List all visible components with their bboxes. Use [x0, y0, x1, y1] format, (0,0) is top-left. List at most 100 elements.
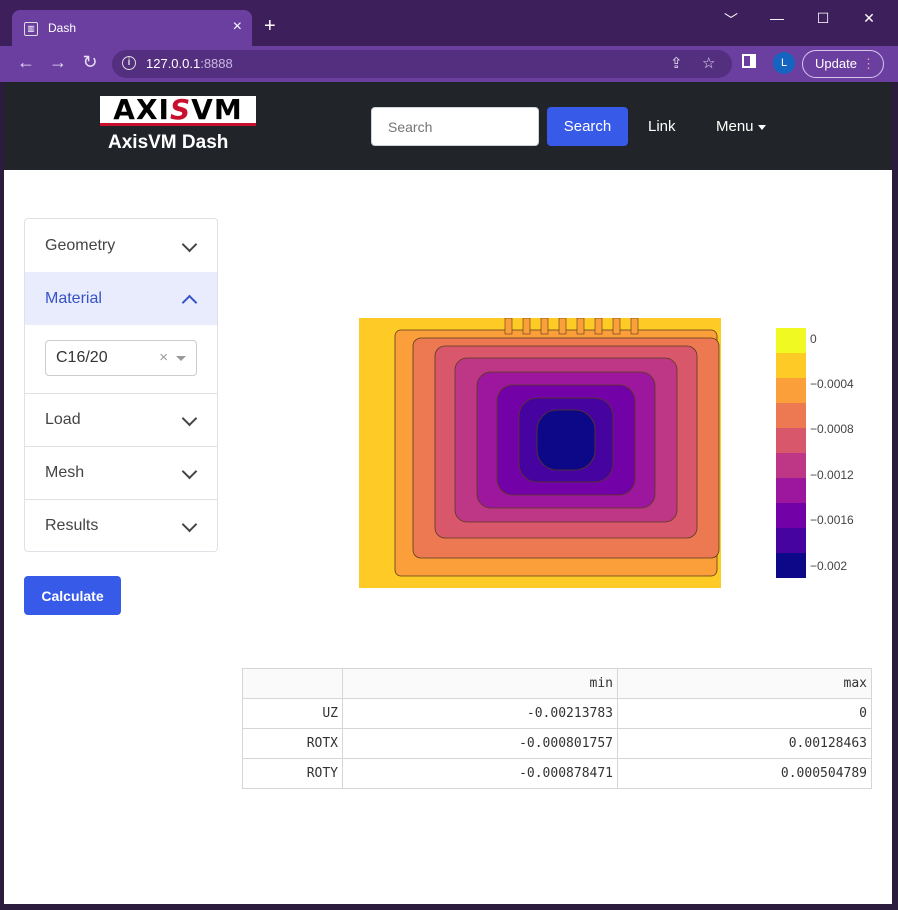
material-select[interactable]: C16/20 ×	[45, 340, 197, 376]
colorbar	[776, 328, 806, 578]
table-header: max	[617, 668, 872, 699]
accordion-header-geometry[interactable]: Geometry	[25, 219, 217, 272]
share-icon[interactable]: ⇪	[670, 54, 683, 72]
bookmark-star-icon[interactable]: ☆	[702, 54, 715, 72]
row-min: -0.00213783	[342, 698, 618, 729]
accordion-label: Geometry	[45, 237, 116, 254]
search-input[interactable]	[371, 107, 539, 146]
colorbar-tick-label: −0.0008	[810, 422, 854, 436]
forward-arrow-icon[interactable]: →	[46, 52, 70, 73]
colorbar-tick-label: −0.0004	[810, 377, 854, 391]
url-text: 127.0.0.1:8888	[146, 56, 233, 71]
tab-search-icon[interactable]: ﹀	[716, 10, 746, 30]
row-name: ROTY	[242, 758, 343, 789]
colorbar-band	[776, 453, 806, 479]
material-select-value: C16/20	[56, 349, 108, 366]
address-bar[interactable]: i 127.0.0.1:8888 ⇪ ☆	[112, 50, 732, 78]
update-button[interactable]: Update ⋮	[802, 50, 884, 78]
table-row: ROTX -0.000801757 0.00128463	[242, 728, 872, 759]
top-navbar: AXISVM AxisVM Dash Search Link Menu	[4, 82, 892, 170]
reload-icon[interactable]: ↻	[78, 52, 102, 73]
dash-favicon-icon: ▥	[24, 22, 38, 36]
chevron-up-icon	[181, 294, 198, 311]
nav-link[interactable]: Link	[648, 118, 676, 135]
table-row: UZ -0.00213783 0	[242, 698, 872, 729]
colorbar-tick-label: −0.002	[810, 559, 848, 573]
colorbar-band	[776, 403, 806, 429]
tab-title: Dash	[48, 21, 77, 35]
accordion-item-geometry[interactable]: Geometry	[25, 219, 217, 273]
calculate-button[interactable]: Calculate	[24, 576, 121, 615]
chevron-down-icon	[181, 516, 198, 533]
colorbar-band	[776, 378, 806, 404]
material-panel: C16/20 ×	[25, 325, 217, 393]
browser-window: ▥ Dash × + ﹀ — ☐ ✕ ← → ↻ i 127.0.0.1:888…	[0, 0, 898, 910]
clear-icon[interactable]: ×	[159, 341, 168, 375]
contour-notch	[504, 318, 513, 335]
accordion-label: Load	[45, 411, 81, 428]
table-header	[242, 668, 343, 699]
brand-title: AxisVM Dash	[108, 132, 229, 153]
profile-avatar[interactable]: L	[773, 52, 795, 74]
maximize-button[interactable]: ☐	[808, 10, 838, 27]
dash-app: AXISVM AxisVM Dash Search Link Menu Geom…	[4, 82, 892, 904]
colorbar-band	[776, 553, 806, 578]
accordion-label: Mesh	[45, 464, 85, 481]
search-button[interactable]: Search	[547, 107, 628, 146]
colorbar-band	[776, 353, 806, 379]
update-label: Update	[815, 56, 857, 71]
contour-notch	[540, 318, 549, 335]
back-arrow-icon[interactable]: ←	[14, 52, 38, 73]
row-min: -0.000801757	[342, 728, 618, 759]
caret-down-icon	[757, 124, 766, 130]
nav-menu-dropdown[interactable]: Menu	[716, 118, 766, 135]
info-icon[interactable]: i	[122, 56, 136, 70]
new-tab-button[interactable]: +	[264, 16, 276, 36]
accordion-header-material[interactable]: Material	[25, 272, 217, 325]
minimize-button[interactable]: —	[762, 10, 792, 26]
accordion-item-load[interactable]: Load	[25, 393, 217, 447]
accordion-item-results[interactable]: Results	[25, 499, 217, 551]
tab-close-icon[interactable]: ×	[233, 18, 242, 36]
chevron-down-icon	[181, 410, 198, 427]
contour-level-8	[536, 409, 596, 471]
chevron-down-icon	[181, 236, 198, 253]
row-name: UZ	[242, 698, 343, 729]
accordion-header-mesh[interactable]: Mesh	[25, 446, 217, 499]
row-name: ROTX	[242, 728, 343, 759]
table-row: ROTY -0.000878471 0.000504789	[242, 758, 872, 789]
accordion-item-material[interactable]: Material C16/20 ×	[25, 272, 217, 394]
accordion-label: Material	[45, 290, 102, 307]
results-table: min max UZ -0.00213783 0 ROTX -0.0008017…	[242, 668, 872, 789]
axisvm-logo: AXISVM	[100, 96, 256, 126]
colorbar-tick-label: −0.0016	[810, 513, 854, 527]
chevron-down-icon	[181, 463, 198, 480]
contour-notch	[558, 318, 567, 335]
contour-notch	[630, 318, 639, 335]
table-header-row: min max	[242, 668, 872, 699]
row-max: 0.000504789	[617, 758, 872, 789]
colorbar-band	[776, 478, 806, 504]
browser-tab[interactable]: ▥ Dash ×	[12, 10, 252, 48]
settings-accordion: Geometry Material C16/20 × Load Mesh Res…	[24, 218, 218, 552]
row-max: 0	[617, 698, 872, 729]
tab-strip: ▥ Dash × + ﹀ — ☐ ✕	[0, 0, 898, 48]
accordion-header-load[interactable]: Load	[25, 393, 217, 446]
close-window-button[interactable]: ✕	[854, 10, 884, 27]
row-min: -0.000878471	[342, 758, 618, 789]
browser-menu-icon[interactable]: ⋮	[862, 51, 875, 77]
colorbar-tick-label: −0.0012	[810, 468, 854, 482]
side-panel-icon[interactable]	[742, 54, 756, 68]
uz-contour-plot[interactable]	[359, 318, 721, 588]
accordion-header-results[interactable]: Results	[25, 499, 217, 551]
row-max: 0.00128463	[617, 728, 872, 759]
table-header: min	[342, 668, 618, 699]
accordion-item-mesh[interactable]: Mesh	[25, 446, 217, 500]
colorbar-band	[776, 528, 806, 554]
contour-notch	[612, 318, 621, 335]
contour-levels	[359, 318, 721, 588]
colorbar-band	[776, 503, 806, 529]
dropdown-arrow-icon[interactable]	[176, 356, 186, 361]
contour-notch	[594, 318, 603, 335]
browser-toolbar: ← → ↻ i 127.0.0.1:8888 ⇪ ☆ L Update ⋮	[0, 46, 898, 82]
